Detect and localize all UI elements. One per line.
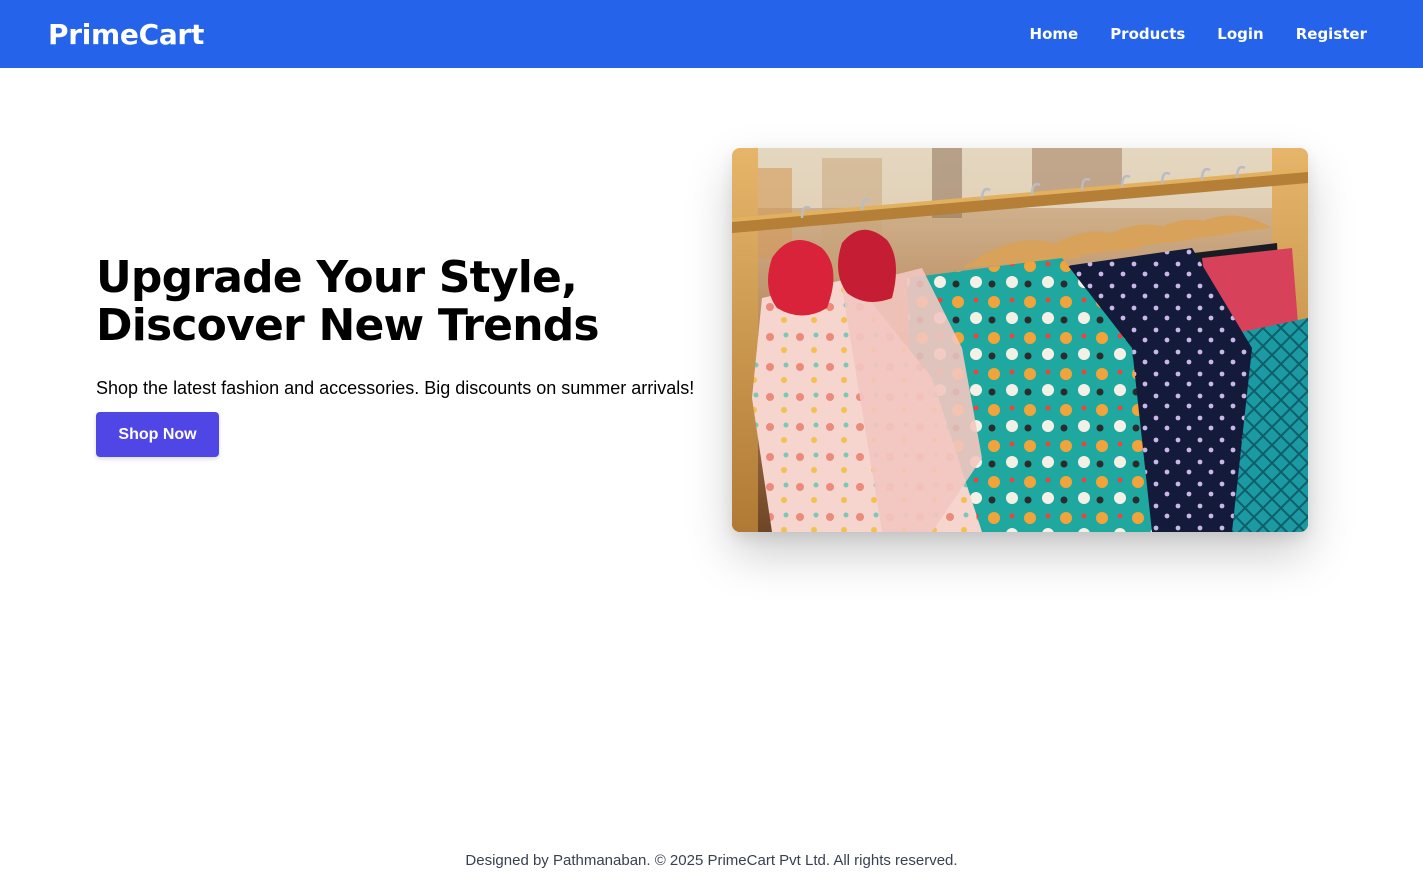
hero-image <box>732 148 1308 532</box>
shop-now-button[interactable]: Shop Now <box>96 412 219 457</box>
hero-text: Upgrade Your Style, Discover New Trends … <box>96 254 696 400</box>
hero-title-line-2: Discover New Trends <box>96 300 600 351</box>
footer-copyright: Designed by Pathmanaban. © 2025 PrimeCar… <box>465 852 958 869</box>
page: PrimeCart Home Products Login Register U… <box>0 0 1423 887</box>
nav-link-products[interactable]: Products <box>1110 25 1185 43</box>
nav-link-home[interactable]: Home <box>1030 25 1079 43</box>
hero-title-line-1: Upgrade Your Style, <box>96 252 578 303</box>
brand-logo[interactable]: PrimeCart <box>48 17 204 53</box>
nav-links: Home Products Login Register <box>1030 0 1367 68</box>
hero-subtitle: Shop the latest fashion and accessories.… <box>96 378 695 398</box>
nav-link-login[interactable]: Login <box>1217 25 1263 43</box>
clothing-rack-illustration <box>732 148 1308 532</box>
nav-link-register[interactable]: Register <box>1296 25 1367 43</box>
navbar: PrimeCart Home Products Login Register <box>0 0 1423 68</box>
hero-title: Upgrade Your Style, Discover New Trends <box>96 254 696 350</box>
